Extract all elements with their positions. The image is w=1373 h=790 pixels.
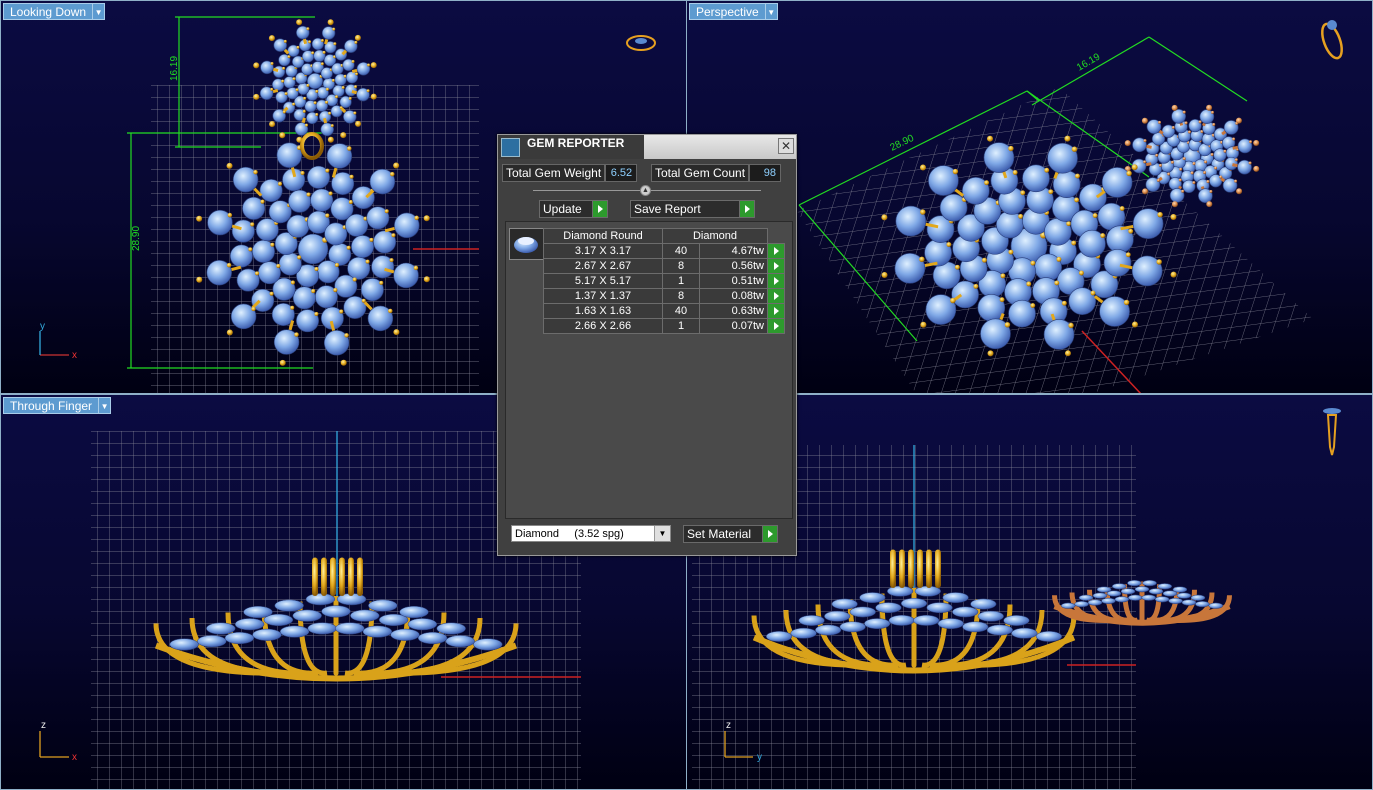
cell-count: 40 xyxy=(662,303,700,319)
svg-text:z: z xyxy=(41,720,46,731)
cell-weight: 4.67tw xyxy=(699,243,768,259)
gem-reporter-dialog: GEM REPORTER ✕ Total Gem Weight 6.52 Tot… xyxy=(497,134,797,556)
dialog-titlebar[interactable]: GEM REPORTER ✕ xyxy=(498,135,796,159)
viewport-menu-through-finger[interactable]: Through Finger ▼ xyxy=(3,397,112,414)
axis-gizmo: x y xyxy=(39,321,77,361)
svg-text:z: z xyxy=(726,720,731,731)
row-select-icon[interactable] xyxy=(767,258,785,274)
dim-label-28: 28.90 xyxy=(888,133,916,154)
cell-count: 8 xyxy=(662,288,700,304)
chevron-down-icon[interactable]: ▼ xyxy=(764,3,778,20)
total-weight-value: 6.52 xyxy=(605,164,638,182)
cell-size: 1.37 X 1.37 xyxy=(543,288,663,304)
cell-count: 40 xyxy=(662,243,700,259)
viewport-label: Looking Down xyxy=(3,3,93,20)
svg-text:x: x xyxy=(72,752,77,763)
cell-weight: 0.07tw xyxy=(699,318,768,334)
row-select-icon[interactable] xyxy=(767,273,785,289)
set-material-label: Set Material xyxy=(687,527,752,541)
cell-weight: 0.63tw xyxy=(699,303,768,319)
cell-size: 5.17 X 5.17 xyxy=(543,273,663,289)
row-select-icon[interactable] xyxy=(767,303,785,319)
cell-size: 1.63 X 1.63 xyxy=(543,303,663,319)
dialog-title: GEM REPORTER xyxy=(527,136,625,150)
svg-text:y: y xyxy=(40,321,45,332)
update-label: Update xyxy=(543,202,582,216)
material-select[interactable]: Diamond (3.52 spg) ▼ xyxy=(511,525,671,542)
row-select-icon[interactable] xyxy=(767,288,785,304)
row-select-icon[interactable] xyxy=(767,243,785,259)
dim-label-16: 16.19 xyxy=(169,56,180,81)
axis-gizmo: x z xyxy=(39,720,77,763)
viewport-label: Through Finger xyxy=(3,397,99,414)
cell-size: 3.17 X 3.17 xyxy=(543,243,663,259)
table-row[interactable]: 3.17 X 3.17 40 4.67tw xyxy=(543,243,785,259)
svg-text:x: x xyxy=(72,350,77,361)
total-count-row: Total Gem Count 98 xyxy=(651,164,782,182)
gem-table-panel: Diamond Round Diamond 3.17 X 3.17 40 4.67t… xyxy=(505,221,793,519)
small-pendant-flower xyxy=(1124,104,1260,208)
ring-view-icon[interactable] xyxy=(626,35,656,51)
dim-label-28: 28.90 xyxy=(131,226,142,251)
cell-weight: 0.56tw xyxy=(699,258,768,274)
viewport-menu-perspective[interactable]: Perspective ▼ xyxy=(689,3,778,20)
total-count-value: 98 xyxy=(749,164,782,182)
dim-label-16: 16.19 xyxy=(1075,51,1103,73)
cell-size: 2.67 X 2.67 xyxy=(543,258,663,274)
gem-table: Diamond Round Diamond 3.17 X 3.17 40 4.67t… xyxy=(543,228,785,334)
save-report-button[interactable]: Save Report xyxy=(630,200,755,218)
close-icon[interactable]: ✕ xyxy=(778,138,794,154)
svg-text:y: y xyxy=(757,752,762,763)
table-row[interactable]: 1.63 X 1.63 40 0.63tw xyxy=(543,303,785,319)
header-shape: Diamond Round xyxy=(543,228,663,244)
set-material-button[interactable]: Set Material xyxy=(683,525,778,543)
splitter-handle[interactable]: ▲ xyxy=(640,185,651,196)
cell-count: 1 xyxy=(662,318,700,334)
cell-weight: 0.08tw xyxy=(699,288,768,304)
row-select-icon[interactable] xyxy=(767,318,785,334)
total-weight-label: Total Gem Weight xyxy=(502,164,606,182)
table-row[interactable]: 2.66 X 2.66 1 0.07tw xyxy=(543,318,785,334)
material-select-value: Diamond (3.52 spg) xyxy=(515,528,624,540)
chevron-down-icon[interactable]: ▼ xyxy=(92,3,106,20)
finger-view-icon[interactable] xyxy=(1323,408,1341,456)
cell-count: 8 xyxy=(662,258,700,274)
viewport-menu-looking-down[interactable]: Looking Down ▼ xyxy=(3,3,106,20)
table-row[interactable]: 5.17 X 5.17 1 0.51tw xyxy=(543,273,785,289)
table-row[interactable]: 2.67 X 2.67 8 0.56tw xyxy=(543,258,785,274)
cell-count: 1 xyxy=(662,273,700,289)
total-count-label: Total Gem Count xyxy=(651,164,750,182)
play-icon xyxy=(739,201,754,217)
chevron-down-icon[interactable]: ▼ xyxy=(98,397,112,414)
viewport-label: Perspective xyxy=(689,3,765,20)
update-button[interactable]: Update xyxy=(539,200,608,218)
chevron-down-icon: ▼ xyxy=(654,526,670,541)
play-icon xyxy=(592,201,607,217)
gem-reporter-icon xyxy=(501,138,520,157)
ring-view-icon[interactable] xyxy=(1318,20,1345,61)
cell-size: 2.66 X 2.66 xyxy=(543,318,663,334)
cell-weight: 0.51tw xyxy=(699,273,768,289)
table-row[interactable]: 1.37 X 1.37 8 0.08tw xyxy=(543,288,785,304)
play-icon xyxy=(762,526,777,542)
save-report-label: Save Report xyxy=(634,202,701,216)
gem-thumbnail[interactable] xyxy=(509,228,545,260)
total-weight-row: Total Gem Weight 6.52 xyxy=(502,164,638,182)
header-material: Diamond xyxy=(662,228,768,244)
